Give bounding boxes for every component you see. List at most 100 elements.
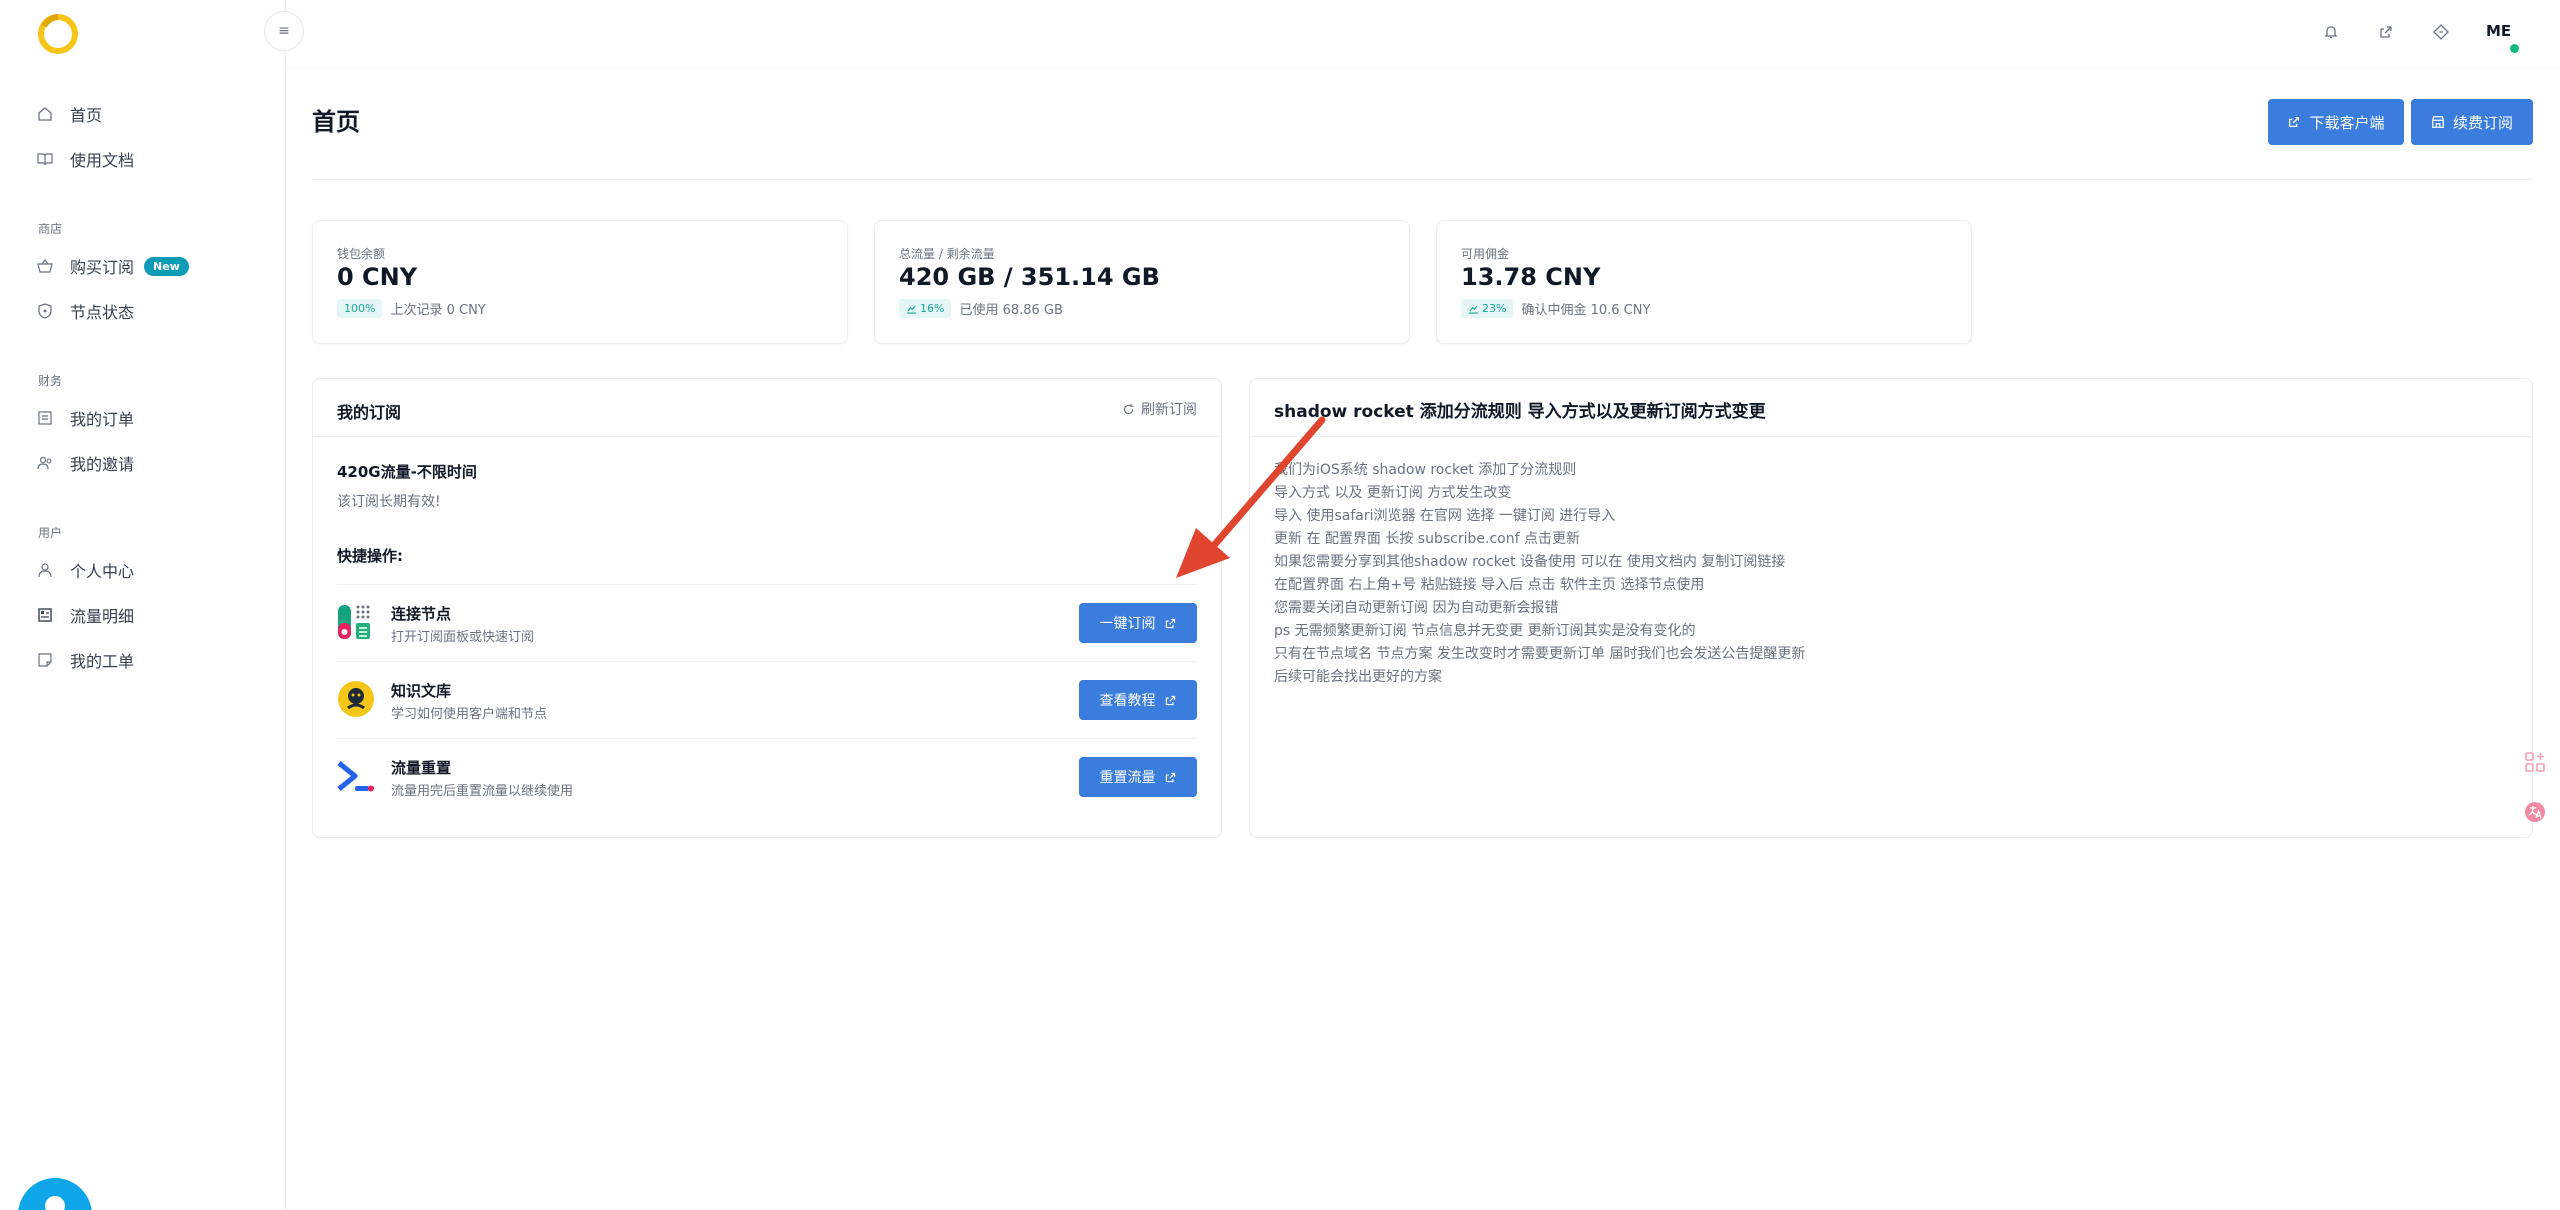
one-click-subscribe-button[interactable]: 一键订阅	[1079, 603, 1197, 643]
quick-action-name: 知识文库	[391, 682, 452, 700]
sidebar-item-label: 我的工单	[70, 652, 135, 671]
notice-line: 导入 使用safari浏览器 在官网 选择 一键订阅 进行导入	[1274, 508, 1616, 524]
menu-icon: ≡	[278, 23, 290, 39]
card-title: 我的订阅	[337, 403, 402, 422]
stat-chip: 16%	[899, 299, 952, 318]
notice-line: 我们为iOS系统 shadow rocket 添加了分流规则	[1274, 462, 1577, 478]
notice-line: 后续可能会找出更好的方案	[1274, 669, 1442, 685]
download-client-button[interactable]: 下载客户端	[2268, 99, 2404, 145]
subscription-card: 我的订阅 刷新订阅 420G流量-不限时间 该订阅长期有效! 快捷操作: 连接节…	[312, 378, 1222, 838]
sidebar-item-label: 购买订阅	[70, 258, 135, 277]
basket-icon	[36, 257, 54, 275]
diamond-icon[interactable]	[2431, 22, 2451, 42]
notice-line: 您需要关闭自动更新订阅 因为自动更新会报错	[1274, 600, 1559, 616]
knowledge-base-icon	[337, 680, 375, 718]
sidebar-item-buy-subscription[interactable]: 购买订阅 New	[36, 251, 189, 281]
view-tutorial-button[interactable]: 查看教程	[1079, 680, 1197, 720]
notice-card: shadow rocket 添加分流规则 导入方式以及更新订阅方式变更 我们为i…	[1249, 378, 2533, 838]
trend-icon	[1468, 305, 1479, 314]
sidebar-item-orders[interactable]: 我的订单	[36, 403, 134, 433]
quick-action-desc: 学习如何使用客户端和节点	[391, 707, 548, 722]
stat-sub: 100% 上次记录 0 CNY	[337, 299, 486, 318]
sidebar-item-label: 我的邀请	[70, 455, 135, 474]
external-link-icon	[1165, 618, 1175, 628]
reset-traffic-button[interactable]: 重置流量	[1079, 757, 1197, 797]
stat-label: 总流量 / 剩余流量	[899, 247, 995, 261]
sidebar-toggle-button[interactable]: ≡	[264, 11, 304, 51]
quick-action-name: 连接节点	[391, 605, 452, 623]
plan-desc: 该订阅长期有效!	[337, 494, 441, 510]
trend-icon	[906, 305, 917, 314]
apps-icon[interactable]	[2520, 747, 2550, 777]
user-icon	[36, 561, 54, 579]
notice-line: 导入方式 以及 更新订阅 方式发生改变	[1274, 485, 1512, 501]
stat-card-commission: 可用佣金 13.78 CNY 23% 确认中佣金 10.6 CNY	[1436, 220, 1972, 344]
sidebar-item-node-status[interactable]: 节点状态	[36, 296, 134, 326]
external-link-icon	[2289, 116, 2300, 128]
home-icon	[36, 105, 54, 123]
chat-launcher-button[interactable]	[18, 1178, 92, 1210]
external-link-icon	[1165, 695, 1175, 705]
logo[interactable]	[36, 12, 80, 56]
sidebar-item-label: 流量明细	[70, 607, 135, 626]
title-divider	[312, 179, 2532, 180]
notice-line: ps 无需频繁更新订阅 节点信息并无变更 更新订阅其实是没有变化的	[1274, 623, 1696, 639]
sidebar-section-shop: 商店	[38, 222, 63, 236]
card-header: 我的订阅 刷新订阅	[313, 379, 1221, 437]
sidebar-item-label: 个人中心	[70, 562, 135, 581]
ticket-icon	[36, 651, 54, 669]
sidebar-item-traffic-detail[interactable]: 流量明细	[36, 600, 134, 630]
sidebar-item-invites[interactable]: 我的邀请	[36, 448, 134, 478]
card-header: shadow rocket 添加分流规则 导入方式以及更新订阅方式变更	[1250, 379, 2532, 437]
stat-sub: 16% 已使用 68.86 GB	[899, 299, 1063, 318]
notice-body: 我们为iOS系统 shadow rocket 添加了分流规则 导入方式 以及 更…	[1274, 459, 2508, 689]
online-status-dot	[2510, 44, 2519, 53]
notice-line: 在配置界面 右上角+号 粘贴链接 导入后 点击 软件主页 选择节点使用	[1274, 577, 1705, 593]
notice-line: 只有在节点域名 节点方案 发生改变时才需要更新订单 届时我们也会发送公告提醒更新	[1274, 646, 1806, 662]
store-icon	[2432, 116, 2444, 128]
quick-action-desc: 流量用完后重置流量以继续使用	[391, 784, 574, 799]
annotation-arrow	[1176, 416, 1326, 578]
avatar[interactable]: ME	[2486, 22, 2511, 40]
sidebar-item-profile[interactable]: 个人中心	[36, 555, 134, 585]
refresh-icon	[1123, 403, 1134, 414]
external-link-icon[interactable]	[2376, 22, 2396, 42]
notice-line: 更新 在 配置界面 长按 subscribe.conf 点击更新	[1274, 531, 1580, 547]
stat-sub: 23% 确认中佣金 10.6 CNY	[1461, 299, 1650, 318]
translate-icon[interactable]	[2520, 797, 2550, 827]
sidebar-item-label: 使用文档	[70, 151, 135, 170]
chat-icon	[45, 1196, 65, 1210]
sidebar-item-docs[interactable]: 使用文档	[36, 144, 134, 174]
quick-action-knowledge: 知识文库 学习如何使用客户端和节点 查看教程	[337, 661, 1197, 738]
quick-action-connect: 连接节点 打开订阅面板或快速订阅 一键订阅	[337, 584, 1197, 661]
quick-action-reset-traffic: 流量重置 流量用完后重置流量以继续使用 重置流量	[337, 738, 1197, 815]
page-title: 首页	[312, 108, 360, 136]
sidebar-section-user: 用户	[38, 526, 63, 540]
sidebar-section-finance: 财务	[38, 374, 63, 388]
quick-actions-title: 快捷操作:	[337, 547, 403, 565]
stat-value: 0 CNY	[337, 263, 418, 291]
header-divider	[286, 67, 2560, 68]
stat-label: 钱包余额	[337, 247, 386, 261]
plan-name: 420G流量-不限时间	[337, 463, 477, 481]
renew-subscription-button[interactable]: 续费订阅	[2411, 99, 2533, 145]
notice-title: shadow rocket 添加分流规则 导入方式以及更新订阅方式变更	[1274, 402, 1766, 422]
stat-chip: 100%	[337, 299, 383, 318]
stat-label: 可用佣金	[1461, 247, 1510, 261]
bell-icon[interactable]	[2321, 22, 2341, 42]
terminal-icon	[337, 757, 375, 795]
connect-node-icon	[337, 603, 375, 641]
receipt-icon	[36, 409, 54, 427]
sidebar-item-label: 首页	[70, 106, 103, 125]
notice-line: 如果您需要分享到其他shadow rocket 设备使用 可以在 使用文档内 复…	[1274, 554, 1786, 570]
stat-card-traffic: 总流量 / 剩余流量 420 GB / 351.14 GB 16% 已使用 68…	[874, 220, 1410, 344]
shield-icon	[36, 302, 54, 320]
quick-action-name: 流量重置	[391, 759, 452, 777]
stat-value: 420 GB / 351.14 GB	[899, 263, 1160, 291]
stat-card-wallet: 钱包余额 0 CNY 100% 上次记录 0 CNY	[312, 220, 848, 344]
sidebar-item-tickets[interactable]: 我的工单	[36, 645, 134, 675]
book-icon	[36, 150, 54, 168]
new-badge: New	[144, 256, 189, 276]
users-icon	[36, 454, 54, 472]
sidebar-item-home[interactable]: 首页	[36, 99, 102, 129]
